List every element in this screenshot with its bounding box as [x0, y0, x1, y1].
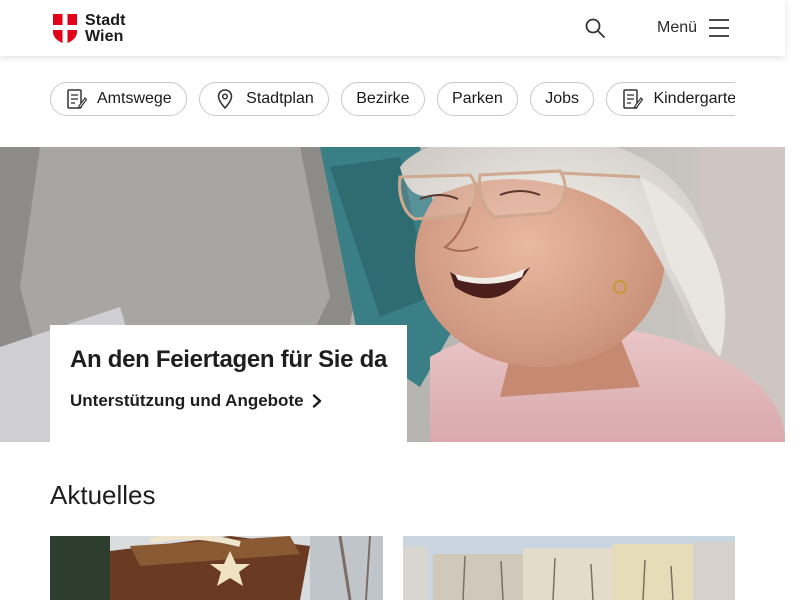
quicklinks-bar: Amtswege Stadtplan Bezirke Parken Jobs K… — [50, 82, 735, 116]
section-title-aktuelles: Aktuelles — [50, 480, 156, 510]
quicklink-label: Amtswege — [97, 90, 172, 107]
hamburger-icon — [709, 19, 730, 37]
quicklink-stadtplan[interactable]: Stadtplan — [199, 82, 329, 116]
map-pin-icon — [217, 89, 233, 110]
quicklink-label: Jobs — [545, 90, 579, 107]
news-card-2[interactable] — [403, 536, 735, 600]
form-icon — [67, 89, 87, 109]
quicklink-label: Kindergarten — [653, 90, 735, 107]
quicklink-jobs[interactable]: Jobs — [530, 82, 594, 116]
quicklink-kindergarten[interactable]: Kindergarten — [606, 82, 735, 116]
hero-title: An den Feiertagen für Sie da — [70, 346, 387, 373]
site-header: Stadt Wien Menü — [0, 0, 785, 56]
quicklink-label: Parken — [452, 90, 503, 107]
menu-button[interactable]: Menü — [657, 14, 730, 42]
menu-label: Menü — [657, 19, 698, 36]
form-icon — [623, 89, 644, 109]
logo-text: Stadt Wien — [85, 13, 126, 45]
christmas-market-stall-photo — [50, 536, 383, 600]
logo-line-2: Wien — [85, 28, 124, 45]
hero-card[interactable]: An den Feiertagen für Sie da Unterstützu… — [50, 325, 407, 442]
hero-link[interactable]: Unterstützung und Angebote — [70, 391, 387, 411]
quicklink-amtswege[interactable]: Amtswege — [50, 82, 187, 116]
search-icon — [585, 18, 605, 38]
vienna-shield-icon — [53, 14, 77, 44]
logo-line-1: Stadt — [85, 12, 126, 29]
chevron-right-icon — [312, 394, 321, 408]
stadt-wien-logo[interactable]: Stadt Wien — [53, 13, 126, 45]
quicklink-bezirke[interactable]: Bezirke — [341, 82, 425, 116]
search-button[interactable] — [583, 16, 607, 40]
hero-link-label: Unterstützung und Angebote — [70, 391, 304, 410]
quicklink-label: Bezirke — [356, 90, 410, 107]
quicklink-parken[interactable]: Parken — [437, 82, 518, 116]
city-buildings-park-photo — [403, 536, 735, 600]
quicklink-label: Stadtplan — [246, 90, 314, 107]
news-card-1[interactable] — [50, 536, 383, 600]
